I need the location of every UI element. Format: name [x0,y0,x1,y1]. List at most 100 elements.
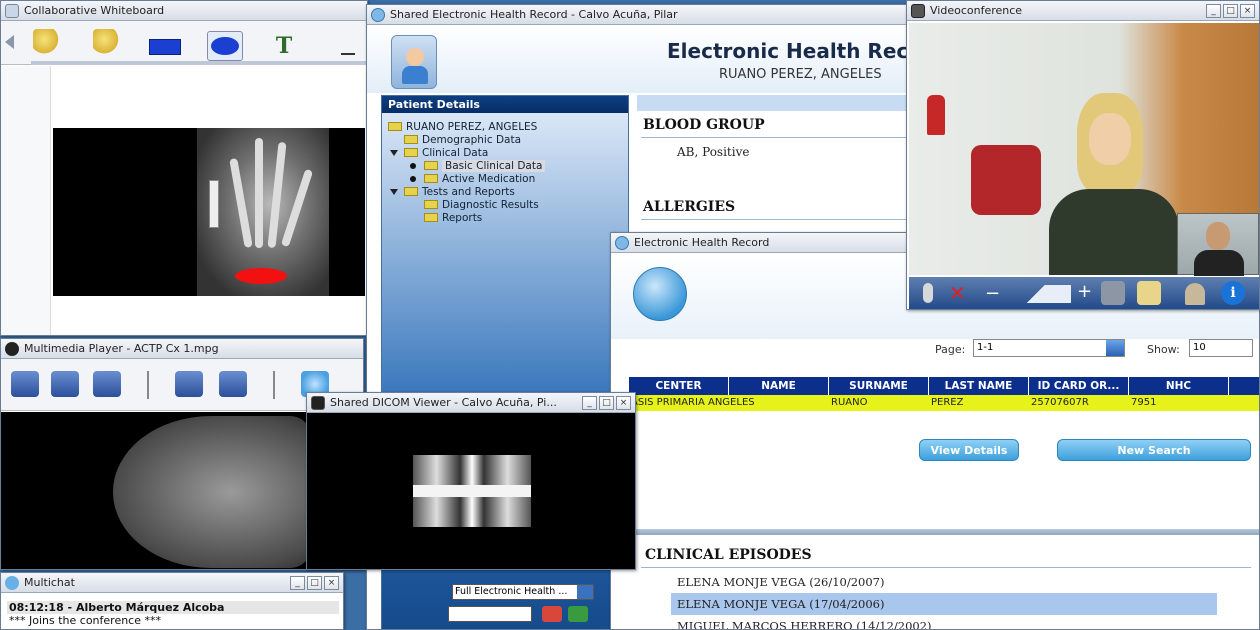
minimize-icon[interactable]: _ [1206,3,1221,18]
action-icon-1[interactable] [542,606,562,622]
remote-video-feed [909,23,1259,276]
expand-triangle-icon[interactable] [390,188,398,195]
col-last-name[interactable]: LAST NAME [929,377,1029,395]
bullet-icon [410,162,416,169]
hand-xray-image [197,128,329,296]
whiteboard-toolbar: T [1,21,367,65]
annotation-red-ellipse[interactable] [235,268,287,284]
participant-person [1049,93,1179,275]
media-player-icon [5,341,19,356]
summary-header-bar [637,95,913,111]
open-file-icon[interactable] [11,371,39,397]
dropdown-arrow-icon[interactable] [577,585,593,599]
volume-up-icon[interactable]: + [1077,281,1092,302]
col-center[interactable]: CENTER [629,377,729,395]
expand-triangle-icon[interactable] [390,149,398,156]
col-nhc[interactable]: NHC [1129,377,1229,395]
tree-item-patient[interactable]: RUANO PEREZ, ANGELES [388,120,624,133]
folder-icon [388,122,402,131]
maximize-icon[interactable]: □ [599,395,614,410]
dicom-image[interactable] [413,455,531,527]
dicom-title: Shared DICOM Viewer - Calvo Acuña, Pi... [330,396,557,409]
cell-center: ASIS PRIMARIA ANGELES [631,397,755,408]
tree-item-medication[interactable]: Active Medication [388,172,624,185]
local-video-thumbnail[interactable] [1177,213,1259,276]
highlighter-tool-icon[interactable] [93,29,121,55]
multichat-window: Multichat _ □ × 08:12:18 - Alberto Márqu… [0,572,344,630]
whiteboard-title: Collaborative Whiteboard [24,4,165,17]
toolbar-scrollbar[interactable] [31,61,367,65]
col-id-card[interactable]: ID CARD OR... [1029,377,1129,395]
chat-log[interactable]: 08:12:18 - Alberto Márquez Alcoba *** Jo… [3,595,343,629]
tree-item-clinical[interactable]: Clinical Data [388,146,624,159]
list-item[interactable]: MIGUEL MARCOS HERRERO (14/12/2002) [671,615,1217,629]
tree-item-diagnostic[interactable]: Diagnostic Results [388,198,624,211]
microphone-icon[interactable] [923,283,933,303]
patient-details-header: Patient Details [382,96,628,113]
table-row[interactable]: ASIS PRIMARIA ANGELES RUANO PEREZ 257076… [629,395,1259,411]
list-item[interactable]: ELENA MONJE VEGA (26/10/2007) [671,571,1217,593]
videoconference-titlebar[interactable]: Videoconference _ □ × [907,1,1259,21]
upload-icon[interactable] [175,371,203,397]
folder-icon [424,200,438,209]
xray-image-frame [53,128,365,296]
ehr-main-titlebar[interactable]: Shared Electronic Health Record - Calvo … [367,5,913,25]
dropdown-arrow-icon[interactable] [1106,340,1124,356]
minimize-icon[interactable]: _ [582,395,597,410]
toolbar-separator [147,371,149,399]
tree-item-tests[interactable]: Tests and Reports [388,185,624,198]
search-field-1[interactable] [448,606,532,622]
close-icon[interactable]: × [324,575,339,590]
info-icon[interactable]: i [1221,281,1245,305]
rectangle-tool-icon[interactable] [149,39,181,55]
volume-slider[interactable] [1001,285,1071,303]
clinical-episodes-label: CLINICAL EPISODES [645,547,812,563]
whiteboard-titlebar[interactable]: Collaborative Whiteboard [1,1,367,21]
record-icon[interactable] [219,371,247,397]
close-icon[interactable]: × [1240,3,1255,18]
folder-icon [424,213,438,222]
tree-item-basic-clinical[interactable]: Basic Clinical Data [388,159,624,172]
splitter-bar[interactable] [611,529,1259,535]
maximize-icon[interactable]: □ [1223,3,1238,18]
save-file-icon[interactable] [51,371,79,397]
tree-item-reports[interactable]: Reports [388,211,624,224]
action-icon-2[interactable] [568,606,588,622]
clapper-icon[interactable] [93,371,121,397]
view-details-button[interactable]: View Details [919,439,1019,461]
eraser-tool-icon[interactable] [341,35,355,55]
patient-tree: RUANO PEREZ, ANGELES Demographic Data Cl… [388,120,624,224]
minimize-icon[interactable]: _ [290,575,305,590]
cell-surname: RUANO [831,397,868,408]
maximize-icon[interactable]: □ [307,575,322,590]
show-label: Show: [1147,343,1180,356]
media-player-titlebar[interactable]: Multimedia Player - ACTP Cx 1.mpg [1,339,363,359]
results-table: CENTER NAME SURNAME LAST NAME ID CARD OR… [629,377,1259,411]
volume-down-icon[interactable]: − [985,283,1000,304]
multichat-titlebar[interactable]: Multichat _ □ × [1,573,343,593]
camera-settings-icon[interactable] [1101,281,1125,305]
page-select[interactable]: 1-1 [973,339,1125,357]
episode-list: ELENA MONJE VEGA (26/10/2007) ELENA MONJ… [671,571,1217,629]
pen-tool-icon[interactable] [33,29,61,55]
tree-item-demographic[interactable]: Demographic Data [388,133,624,146]
share-screen-icon[interactable] [1137,281,1161,305]
new-search-button[interactable]: New Search [1057,439,1251,461]
user-icon[interactable] [1185,283,1205,305]
mute-icon[interactable]: ✕ [949,281,966,305]
ellipse-tool-icon[interactable] [207,31,243,61]
show-input[interactable]: 10 [1189,339,1253,357]
angiography-frame [113,416,309,568]
back-arrow-icon[interactable] [5,35,14,49]
record-type-select[interactable]: Full Electronic Health ... [452,584,594,600]
col-surname[interactable]: SURNAME [829,377,929,395]
dicom-titlebar[interactable]: Shared DICOM Viewer - Calvo Acuña, Pi...… [307,393,635,413]
folder-icon [404,148,418,157]
whiteboard-canvas[interactable] [1,66,367,335]
allergies-divider [641,219,911,220]
text-tool-icon[interactable]: T [269,33,299,59]
list-item[interactable]: ELENA MONJE VEGA (17/04/2006) [671,593,1217,615]
col-name[interactable]: NAME [729,377,829,395]
medical-records-icon [633,267,687,321]
close-icon[interactable]: × [616,395,631,410]
